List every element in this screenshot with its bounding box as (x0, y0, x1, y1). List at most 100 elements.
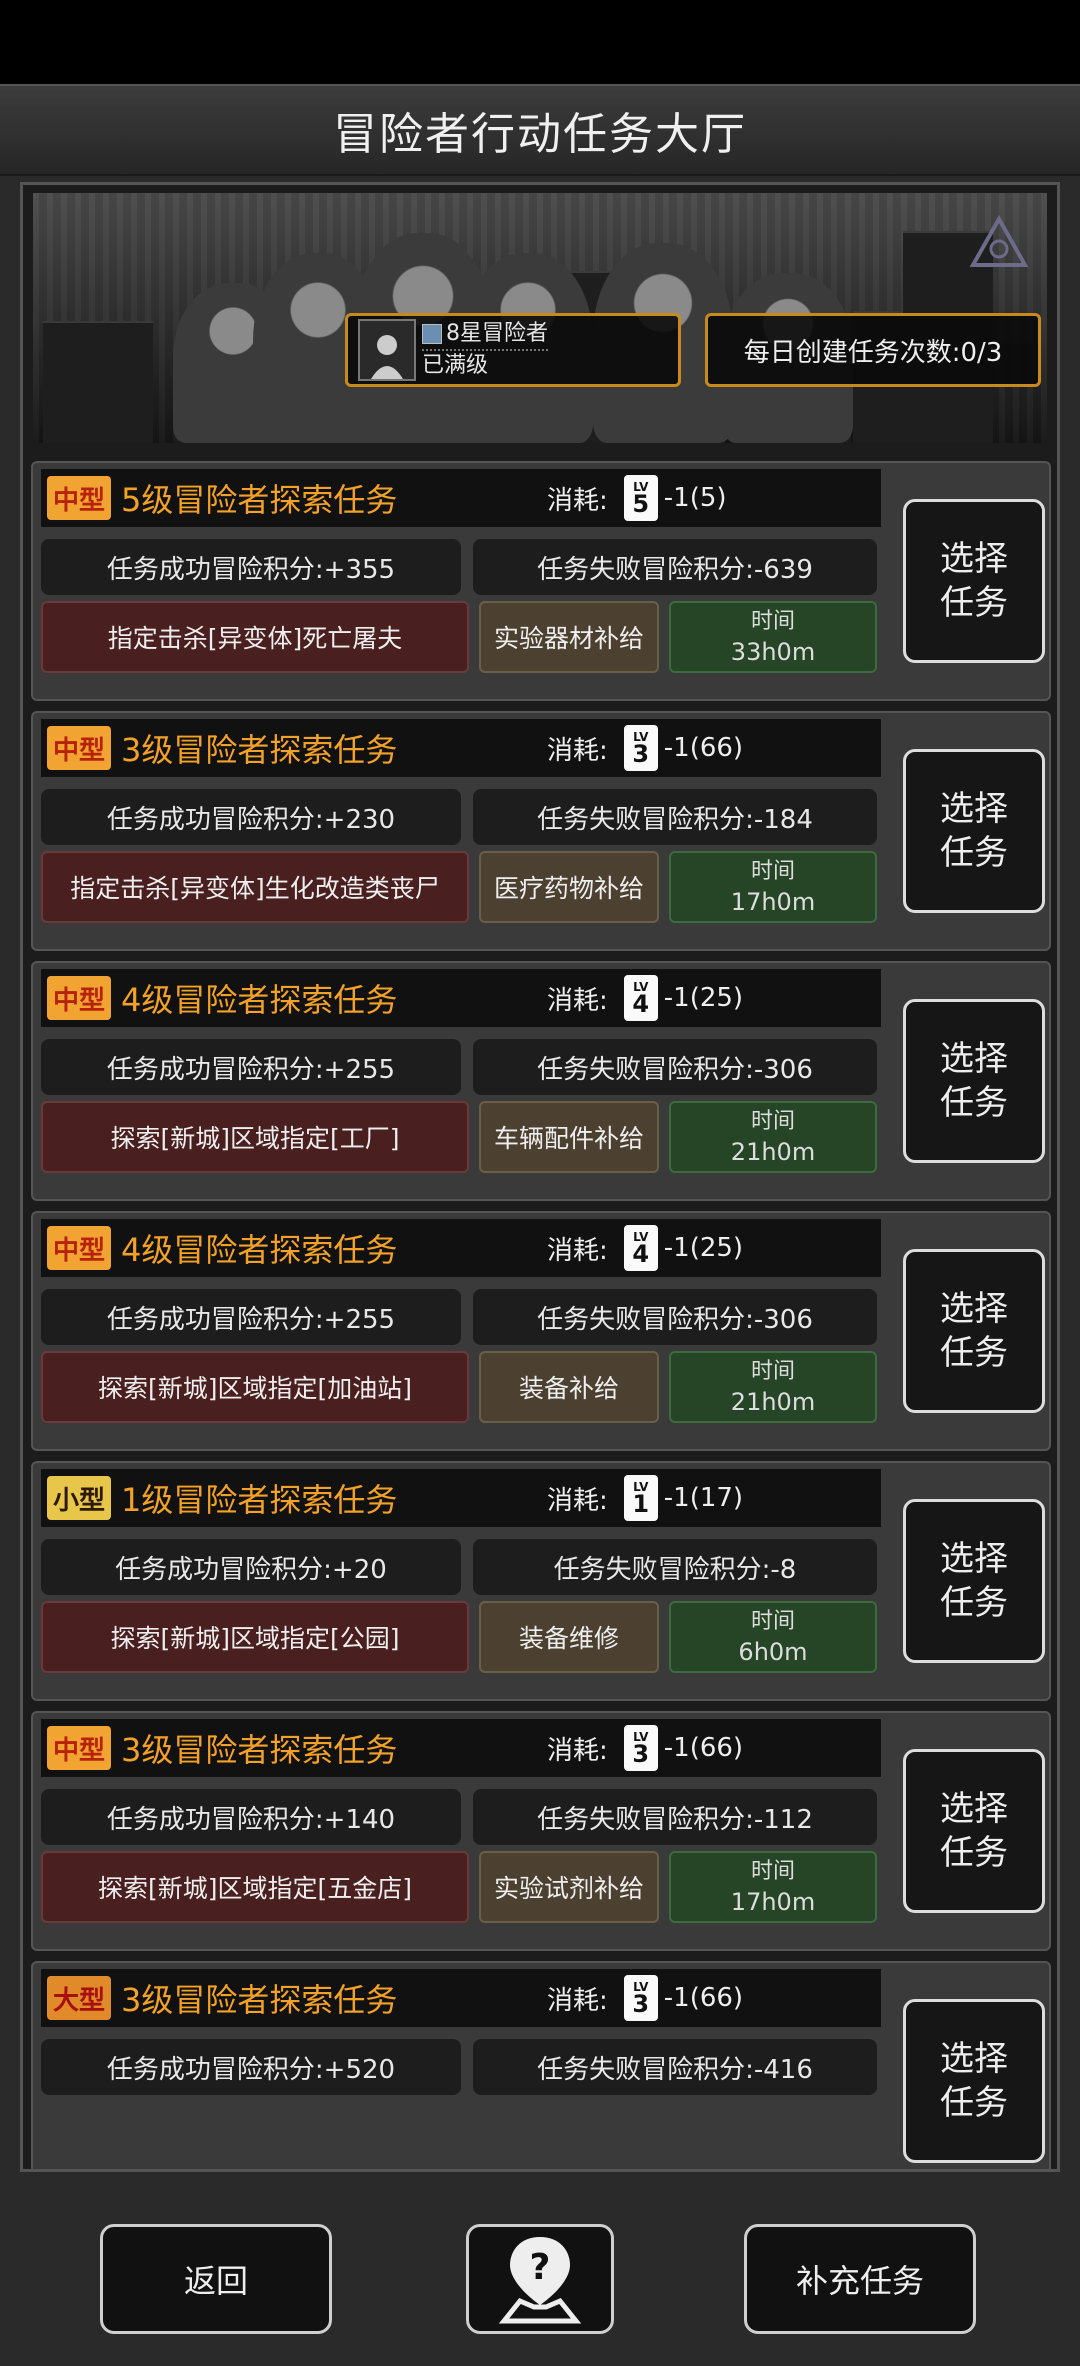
task-cost: 消耗: LV 3 -1(66) (547, 1975, 743, 2021)
task-reward[interactable]: 装备补给 (479, 1351, 659, 1423)
task-cost: 消耗: LV 1 -1(17) (547, 1475, 743, 1521)
level-status: 已满级 (422, 353, 489, 378)
success-score: 任务成功冒险积分:+20 (41, 1539, 461, 1595)
task-size-tag: 小型 (47, 1476, 111, 1520)
guild-logo-icon (969, 214, 1029, 267)
task-time: 时间 21h0m (669, 1351, 877, 1423)
time-label: 时间 (750, 859, 795, 884)
choose-task-button[interactable]: 选择任务 (903, 749, 1045, 913)
task-title: 4级冒险者探索任务 (121, 1231, 398, 1269)
page-title: 冒险者行动任务大厅 (333, 109, 747, 160)
task-reward[interactable]: 装备维修 (479, 1601, 659, 1673)
task-size-tag: 中型 (47, 1726, 111, 1770)
help-map-button[interactable]: ? (466, 2224, 614, 2334)
task-title: 3级冒险者探索任务 (121, 731, 398, 769)
back-button-label: 返回 (183, 2262, 248, 2300)
task-target[interactable]: 指定击杀[异变体]生化改造类丧尸 (41, 851, 469, 923)
choose-task-button[interactable]: 选择任务 (903, 1999, 1045, 2163)
time-value: 17h0m (730, 888, 816, 916)
cost-label: 消耗: (547, 1235, 608, 1266)
level-card-icon: LV 1 (623, 1475, 658, 1521)
time-value: 21h0m (730, 1388, 816, 1416)
level-card-icon: LV 3 (623, 725, 658, 771)
time-value: 21h0m (730, 1138, 816, 1166)
refill-tasks-label: 补充任务 (795, 2262, 924, 2300)
task-size-tag: 中型 (47, 1226, 111, 1270)
fail-score: 任务失败冒险积分:-112 (473, 1789, 877, 1845)
success-score: 任务成功冒险积分:+355 (41, 539, 461, 595)
task-cost: 消耗: LV 3 -1(66) (547, 725, 743, 771)
cost-label: 消耗: (547, 1735, 608, 1766)
choose-task-button[interactable]: 选择任务 (903, 1499, 1045, 1663)
cost-value: -1(25) (663, 1233, 744, 1263)
fail-score: 任务失败冒险积分:-306 (473, 1289, 877, 1345)
level-card-icon: LV 5 (623, 475, 658, 521)
level-card-icon: LV 3 (623, 1725, 658, 1771)
task-size-tag: 大型 (47, 1976, 111, 2020)
rank-label: 8星冒险者 (446, 321, 548, 346)
level-card-number: 5 (632, 490, 650, 518)
choose-task-button[interactable]: 选择任务 (903, 999, 1045, 1163)
task-title: 1级冒险者探索任务 (121, 1481, 398, 1519)
avatar (358, 319, 416, 381)
fail-score: 任务失败冒险积分:-306 (473, 1039, 877, 1095)
task-header: 中型 3级冒险者探索任务 消耗: LV 3 -1(66) (41, 1719, 881, 1777)
task-cost: 消耗: LV 4 -1(25) (547, 975, 743, 1021)
daily-create-count: 每日创建任务次数:0/3 (705, 313, 1041, 387)
time-value: 6h0m (738, 1638, 808, 1666)
level-card-icon: LV 3 (623, 1975, 658, 2021)
time-label: 时间 (750, 1609, 795, 1634)
task-size-tag: 中型 (47, 976, 111, 1020)
fail-score: 任务失败冒险积分:-639 (473, 539, 877, 595)
task-header: 中型 3级冒险者探索任务 消耗: LV 3 -1(66) (41, 719, 881, 777)
task-target[interactable]: 探索[新城]区域指定[工厂] (41, 1101, 469, 1173)
task-target[interactable]: 探索[新城]区域指定[加油站] (41, 1351, 469, 1423)
success-score: 任务成功冒险积分:+255 (41, 1289, 461, 1345)
task-reward[interactable]: 实验器材补给 (479, 601, 659, 673)
cost-value: -1(17) (663, 1483, 744, 1513)
back-button[interactable]: 返回 (100, 2224, 332, 2334)
level-card-number: 3 (632, 740, 650, 768)
refill-tasks-button[interactable]: 补充任务 (744, 2224, 976, 2334)
task-card: 中型 4级冒险者探索任务 消耗: LV 4 -1(25) 任务成功冒险积分:+25… (31, 961, 1051, 1201)
cost-label: 消耗: (547, 485, 608, 516)
choose-task-button[interactable]: 选择任务 (903, 499, 1045, 663)
task-header: 中型 5级冒险者探索任务 消耗: LV 5 -1(5) (41, 469, 881, 527)
task-reward[interactable]: 医疗药物补给 (479, 851, 659, 923)
level-card-number: 3 (632, 1990, 650, 2018)
choose-task-button[interactable]: 选择任务 (903, 1749, 1045, 1913)
cost-value: -1(66) (663, 1733, 744, 1763)
success-score: 任务成功冒险积分:+140 (41, 1789, 461, 1845)
time-label: 时间 (750, 1859, 795, 1884)
fail-score: 任务失败冒险积分:-8 (473, 1539, 877, 1595)
task-card: 中型 5级冒险者探索任务 消耗: LV 5 -1(5) 任务成功冒险积分:+355… (31, 461, 1051, 701)
task-time: 时间 17h0m (669, 1851, 877, 1923)
level-card-icon: LV 4 (623, 975, 658, 1021)
success-score: 任务成功冒险积分:+230 (41, 789, 461, 845)
cost-label: 消耗: (547, 1985, 608, 2016)
choose-task-button[interactable]: 选择任务 (903, 1249, 1045, 1413)
task-target[interactable]: 探索[新城]区域指定[五金店] (41, 1851, 469, 1923)
task-cost: 消耗: LV 5 -1(5) (547, 475, 727, 521)
fail-score: 任务失败冒险积分:-184 (473, 789, 877, 845)
task-target[interactable]: 指定击杀[异变体]死亡屠夫 (41, 601, 469, 673)
task-title: 5级冒险者探索任务 (121, 481, 398, 519)
main-frame: 冒险者行动任务大厅 8星冒险者 已满级 每日创建任务次数:0/3 中型 5级冒险… (0, 84, 1080, 2366)
daily-create-text: 每日创建任务次数:0/3 (743, 337, 1003, 368)
task-reward[interactable]: 实验试剂补给 (479, 1851, 659, 1923)
task-target[interactable]: 探索[新城]区域指定[公园] (41, 1601, 469, 1673)
adventurers-banner: 8星冒险者 已满级 每日创建任务次数:0/3 (33, 193, 1047, 443)
time-value: 33h0m (730, 638, 816, 666)
time-value: 17h0m (730, 1888, 816, 1916)
task-card: 小型 1级冒险者探索任务 消耗: LV 1 -1(17) 任务成功冒险积分:+20… (31, 1461, 1051, 1701)
time-label: 时间 (750, 1109, 795, 1134)
cost-label: 消耗: (547, 1485, 608, 1516)
cost-label: 消耗: (547, 735, 608, 766)
task-reward[interactable]: 车辆配件补给 (479, 1101, 659, 1173)
fail-score: 任务失败冒险积分:-416 (473, 2039, 877, 2095)
cost-value: -1(66) (663, 1983, 744, 2013)
task-card: 中型 3级冒险者探索任务 消耗: LV 3 -1(66) 任务成功冒险积分:+23… (31, 711, 1051, 951)
success-score: 任务成功冒险积分:+255 (41, 1039, 461, 1095)
cost-value: -1(5) (663, 483, 727, 513)
level-card-number: 3 (632, 1740, 650, 1768)
